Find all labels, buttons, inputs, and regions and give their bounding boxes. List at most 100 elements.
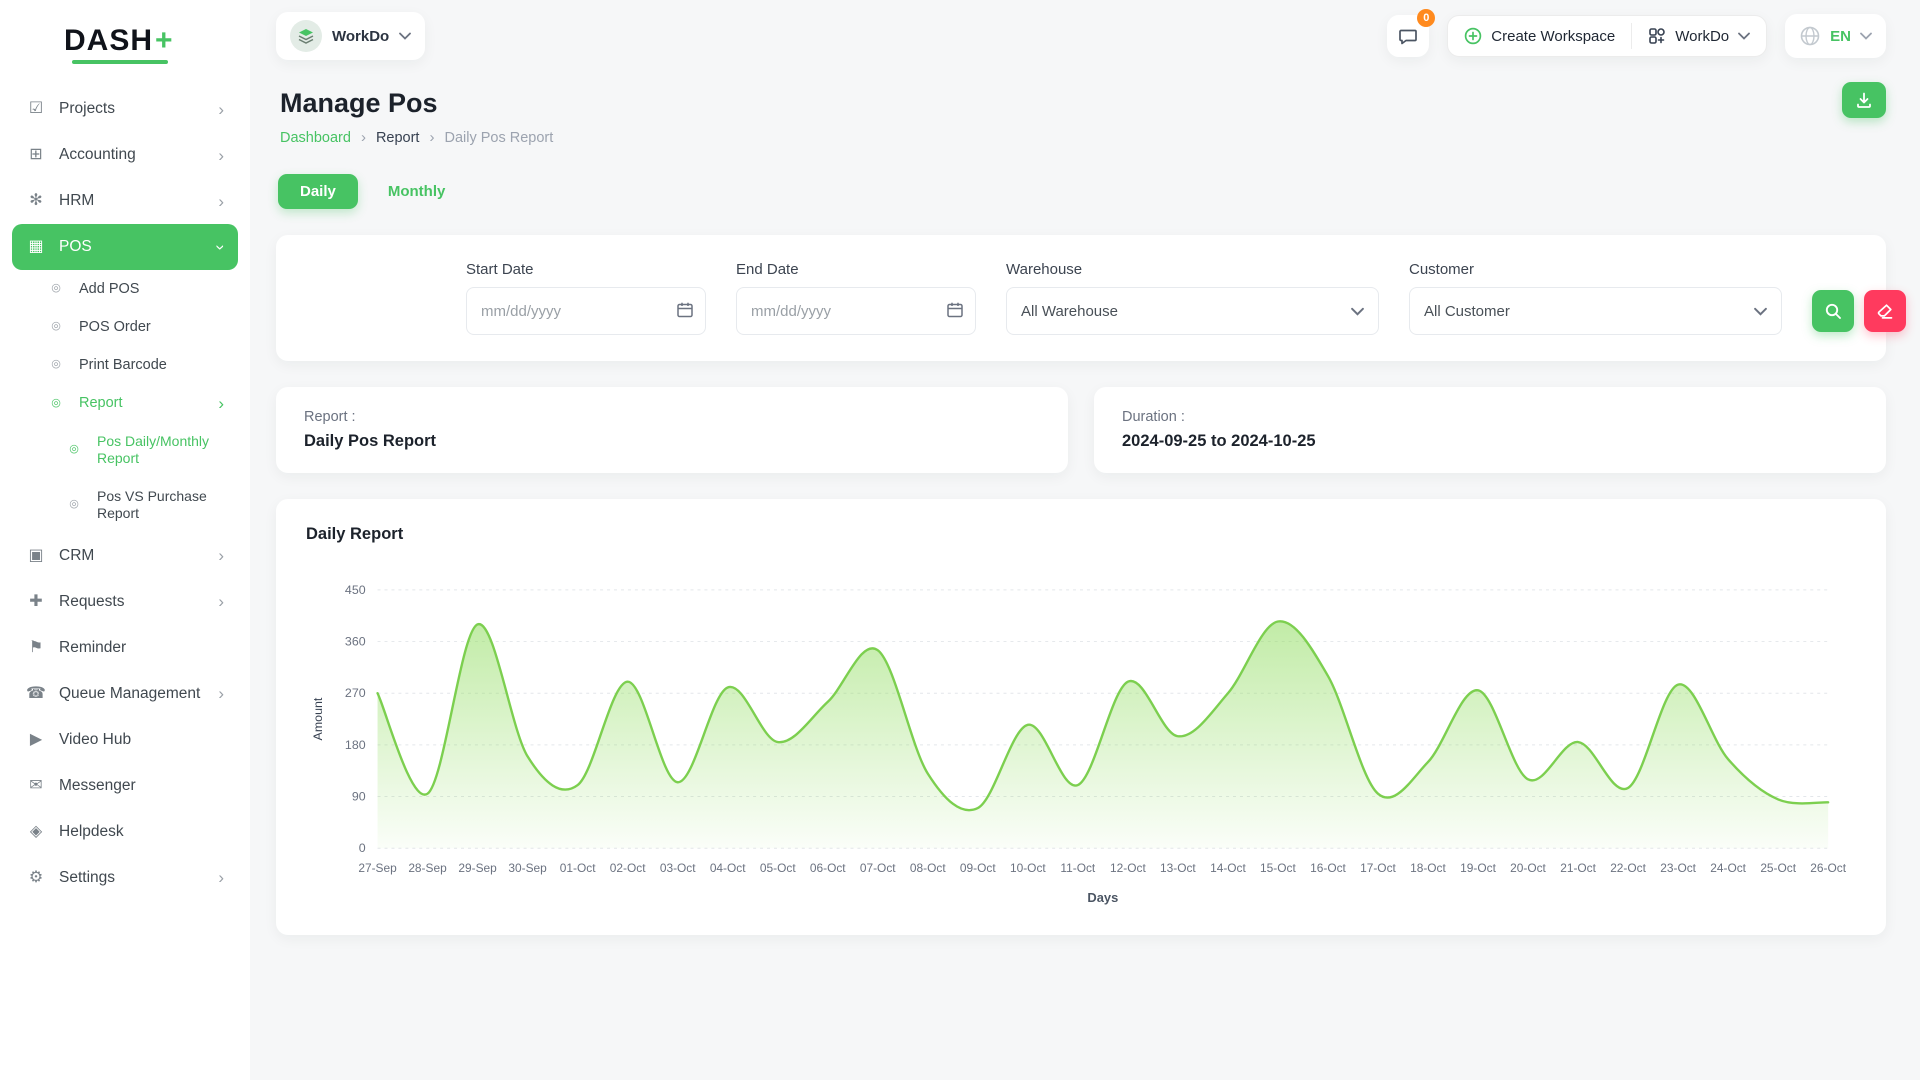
svg-text:17-Oct: 17-Oct xyxy=(1360,861,1396,875)
workspace-switcher[interactable]: WorkDo xyxy=(276,12,425,60)
sidebar-item-pos[interactable]: ▦POS› xyxy=(12,224,238,270)
warehouse-select[interactable]: All Warehouse xyxy=(1006,287,1379,335)
chat-icon xyxy=(1398,26,1418,46)
sidebar-item-video-hub[interactable]: ▶Video Hub xyxy=(12,717,238,763)
logo-accent: + xyxy=(155,24,174,57)
svg-text:07-Oct: 07-Oct xyxy=(860,861,896,875)
sidebar-item-label: Projects xyxy=(59,99,205,118)
end-date-label: End Date xyxy=(736,261,976,278)
svg-text:25-Oct: 25-Oct xyxy=(1760,861,1796,875)
report-value: Daily Pos Report xyxy=(304,432,1040,451)
globe-icon xyxy=(1799,25,1821,47)
svg-text:10-Oct: 10-Oct xyxy=(1010,861,1046,875)
svg-text:450: 450 xyxy=(345,583,366,597)
helpdesk-icon: ◈ xyxy=(26,822,46,842)
customer-label: Customer xyxy=(1409,261,1782,278)
daily-report-chart: 09018027036045027-Sep28-Sep29-Sep30-Sep0… xyxy=(306,574,1856,917)
chevron-down-icon xyxy=(1738,32,1750,40)
messenger-icon: ✉ xyxy=(26,776,46,796)
messages-button[interactable]: 0 xyxy=(1387,15,1429,57)
sidebar-item-label: Helpdesk xyxy=(59,822,224,841)
sidebar-item-pos-vs-purchase-report[interactable]: ◎Pos VS Purchase Report xyxy=(12,478,238,533)
breadcrumb-report: Report xyxy=(376,130,420,146)
tab-daily[interactable]: Daily xyxy=(278,174,358,209)
sidebar-item-add-pos[interactable]: ◎Add POS xyxy=(12,270,238,308)
daily-report-chart-svg: 09018027036045027-Sep28-Sep29-Sep30-Sep0… xyxy=(306,574,1856,912)
sidebar-item-settings[interactable]: ⚙Settings› xyxy=(12,855,238,901)
accounting-icon: ⊞ xyxy=(26,145,46,165)
svg-text:90: 90 xyxy=(352,790,366,804)
svg-text:14-Oct: 14-Oct xyxy=(1210,861,1246,875)
breadcrumb-separator: › xyxy=(361,129,366,146)
download-icon xyxy=(1855,91,1873,109)
breadcrumb-separator: › xyxy=(429,129,434,146)
pos-order-icon: ◎ xyxy=(46,320,66,334)
workspace-pill-group: Create Workspace WorkDo xyxy=(1447,15,1767,57)
sidebar-item-label: Video Hub xyxy=(59,730,224,749)
main-content: Manage Pos Dashboard › Report › Daily Pos Re… xyxy=(250,72,1920,935)
start-date-input[interactable] xyxy=(466,287,706,335)
sidebar-item-label: POS Order xyxy=(79,318,224,336)
sidebar-item-label: Report xyxy=(79,394,205,412)
sidebar-item-helpdesk[interactable]: ◈ Helpdesk xyxy=(12,809,238,855)
sidebar-item-print-barcode[interactable]: ◎ Print Barcode xyxy=(12,346,238,384)
grid-icon xyxy=(1648,27,1666,45)
sidebar-item-messenger[interactable]: ✉Messenger xyxy=(12,763,238,809)
tab-monthly[interactable]: Monthly xyxy=(384,174,450,209)
reset-filter-button[interactable] xyxy=(1864,290,1906,332)
page-title: Manage Pos xyxy=(280,88,438,119)
pos-vs-purchase-report-icon: ◎ xyxy=(64,498,84,512)
svg-text:13-Oct: 13-Oct xyxy=(1160,861,1196,875)
sidebar-item-label: Reminder xyxy=(59,638,224,657)
svg-text:06-Oct: 06-Oct xyxy=(810,861,846,875)
topbar: WorkDo 0 Create Workspace WorkDo xyxy=(250,0,1920,72)
apply-filter-button[interactable] xyxy=(1812,290,1854,332)
duration-summary-card: Duration : 2024-09-25 to 2024-10-25 xyxy=(1094,387,1886,473)
customer-select[interactable]: All Customer xyxy=(1409,287,1782,335)
sidebar-item-hrm[interactable]: ✻HRM› xyxy=(12,178,238,224)
sidebar-item-accounting[interactable]: ⊞Accounting› xyxy=(12,132,238,178)
app-logo[interactable]: DASH+ xyxy=(0,0,250,74)
report-mode-tabs: Daily Monthly xyxy=(278,174,1886,209)
chevron-right-icon: › xyxy=(218,685,224,702)
projects-icon: ☑ xyxy=(26,99,46,119)
chevron-down-icon: › xyxy=(213,244,230,250)
sidebar-item-label: POS xyxy=(59,237,205,256)
sidebar-item-projects[interactable]: ☑Projects› xyxy=(12,86,238,132)
sidebar-item-pos-daily-monthly-report[interactable]: ◎Pos Daily/Monthly Report xyxy=(12,423,238,478)
daily-report-card: Daily Report 09018027036045027-Sep28-Sep… xyxy=(276,499,1886,935)
report-icon: ◎ xyxy=(46,397,66,411)
breadcrumb-dashboard[interactable]: Dashboard xyxy=(280,130,351,146)
language-selector[interactable]: EN xyxy=(1785,14,1886,58)
download-button[interactable] xyxy=(1842,82,1886,118)
workspace-icon xyxy=(290,20,322,52)
sidebar-item-label: Print Barcode xyxy=(79,356,224,374)
workspace-name: WorkDo xyxy=(332,28,389,45)
chevron-down-icon xyxy=(1754,307,1767,316)
svg-text:19-Oct: 19-Oct xyxy=(1460,861,1496,875)
logo-text: DASH xyxy=(64,24,153,57)
create-workspace-button[interactable]: Create Workspace xyxy=(1448,16,1631,56)
workspace-menu-button[interactable]: WorkDo xyxy=(1632,16,1766,56)
sidebar-item-pos-order[interactable]: ◎ POS Order xyxy=(12,308,238,346)
svg-text:03-Oct: 03-Oct xyxy=(660,861,696,875)
sidebar-item-report[interactable]: ◎Report› xyxy=(12,384,238,422)
sidebar-item-crm[interactable]: ▣CRM› xyxy=(12,533,238,579)
svg-text:180: 180 xyxy=(345,738,366,752)
sidebar-nav: ☑Projects›⊞Accounting›✻HRM›▦POS›◎Add POS… xyxy=(0,74,250,901)
svg-text:Amount: Amount xyxy=(311,697,325,740)
sidebar-item-reminder[interactable]: ⚑Reminder xyxy=(12,625,238,671)
svg-text:11-Oct: 11-Oct xyxy=(1060,861,1096,875)
print-barcode-icon: ◎ xyxy=(46,358,66,372)
duration-value: 2024-09-25 to 2024-10-25 xyxy=(1122,432,1858,451)
svg-text:30-Sep: 30-Sep xyxy=(508,861,547,875)
svg-text:08-Oct: 08-Oct xyxy=(910,861,946,875)
svg-text:02-Oct: 02-Oct xyxy=(610,861,646,875)
sidebar-item-label: Add POS xyxy=(79,280,224,298)
svg-text:21-Oct: 21-Oct xyxy=(1560,861,1596,875)
svg-text:15-Oct: 15-Oct xyxy=(1260,861,1296,875)
sidebar-item-requests[interactable]: ✚Requests› xyxy=(12,579,238,625)
svg-text:28-Sep: 28-Sep xyxy=(408,861,447,875)
end-date-input[interactable] xyxy=(736,287,976,335)
sidebar-item-queue-management[interactable]: ☎Queue Management› xyxy=(12,671,238,717)
